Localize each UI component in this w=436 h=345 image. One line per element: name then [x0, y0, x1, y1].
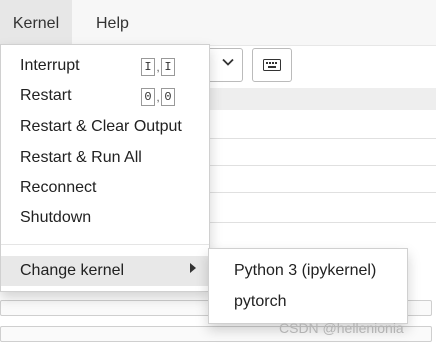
- menu-item-label: Restart & Run All: [20, 149, 142, 166]
- watermark: CSDN @hellenionia: [279, 320, 404, 336]
- menu-item-label: Interrupt: [20, 57, 80, 74]
- shortcut-key: 0: [141, 88, 155, 106]
- command-palette-button[interactable]: [252, 48, 292, 82]
- menu-item-shutdown[interactable]: Shutdown: [1, 203, 209, 233]
- menu-item-restart[interactable]: Restart 0,0: [1, 81, 209, 111]
- menu-item-label: Change kernel: [20, 262, 125, 279]
- cell-border: [206, 192, 436, 193]
- shortcut-key: I: [141, 58, 155, 76]
- menu-item-reconnect[interactable]: Reconnect: [1, 173, 209, 203]
- menubar: Kernel Help: [0, 0, 436, 46]
- caret-right-icon: [190, 256, 196, 286]
- menu-kernel[interactable]: Kernel: [0, 0, 72, 45]
- kernel-dropdown-menu: Interrupt I,I Restart 0,0 Restart & Clea…: [0, 44, 210, 292]
- shortcut-key: I: [161, 58, 175, 76]
- menu-help[interactable]: Help: [96, 0, 129, 45]
- menu-item-restart-clear-output[interactable]: Restart & Clear Output: [1, 112, 209, 142]
- menu-item-label: pytorch: [234, 293, 287, 310]
- chevron-down-icon: [222, 55, 234, 71]
- shortcut-interrupt: I,I: [141, 58, 175, 76]
- shortcut-key: 0: [161, 88, 175, 106]
- menu-divider: [1, 244, 209, 245]
- shortcut-restart: 0,0: [141, 88, 175, 106]
- menu-item-label: Reconnect: [20, 179, 97, 196]
- menu-item-label: Shutdown: [20, 209, 92, 226]
- keyboard-icon: [263, 59, 281, 71]
- menu-item-label: Restart: [20, 87, 72, 104]
- menu-item-label: Python 3 (ipykernel): [234, 262, 377, 279]
- kernel-option-python3[interactable]: Python 3 (ipykernel): [209, 256, 407, 286]
- menu-item-change-kernel[interactable]: Change kernel: [1, 256, 209, 286]
- change-kernel-submenu: Python 3 (ipykernel) pytorch: [208, 248, 408, 324]
- menu-item-interrupt[interactable]: Interrupt I,I: [1, 51, 209, 81]
- cell-border: [206, 222, 436, 223]
- cell-border: [206, 165, 436, 166]
- kernel-option-pytorch[interactable]: pytorch: [209, 287, 407, 317]
- menu-item-restart-run-all[interactable]: Restart & Run All: [1, 143, 209, 173]
- cell-border: [206, 138, 436, 139]
- menu-item-label: Restart & Clear Output: [20, 118, 182, 135]
